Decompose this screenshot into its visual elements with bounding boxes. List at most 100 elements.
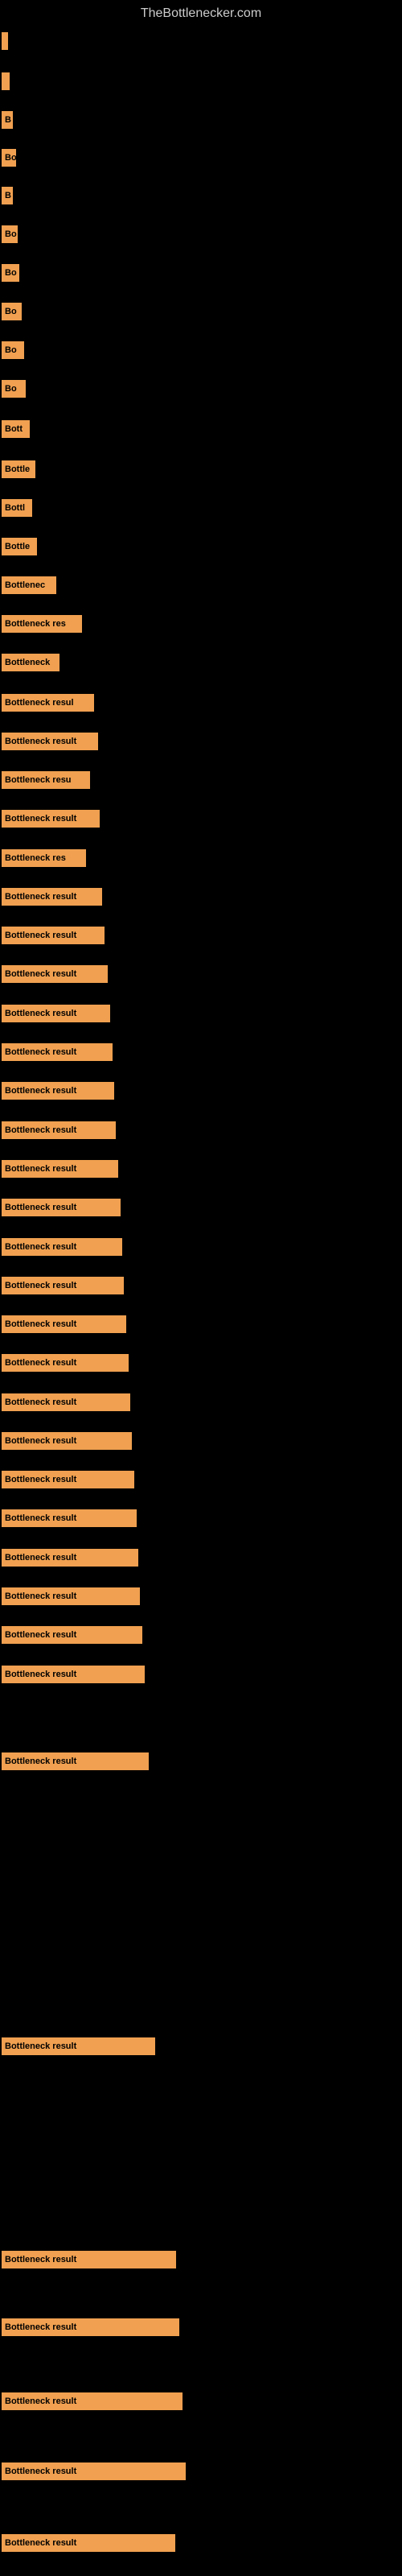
bar-row: Bo: [2, 149, 16, 167]
bar-label: Bottleneck resul: [2, 694, 94, 712]
bar-label: Bottleneck result: [2, 1393, 130, 1411]
bar-row: Bottleneck result: [2, 1043, 113, 1061]
bar-label: Bottleneck result: [2, 1666, 145, 1683]
bar-row: Bottleneck result: [2, 2462, 186, 2480]
bar-row: Bottle: [2, 538, 37, 555]
bar-row: Bottlenec: [2, 576, 56, 594]
bar-label: Bo: [2, 380, 26, 398]
bar-row: Bottleneck result: [2, 2037, 155, 2055]
bar-row: Bottleneck result: [2, 2318, 179, 2336]
bar-row: Bottleneck result: [2, 2392, 183, 2410]
bar-row: Bott: [2, 420, 30, 438]
bar-row: Bottleneck result: [2, 1626, 142, 1644]
bar-label: Bottleneck result: [2, 2462, 186, 2480]
bar-label: B: [2, 187, 13, 204]
bar-label: Bottleneck result: [2, 2037, 155, 2055]
bar-label: Bottle: [2, 460, 35, 478]
bar-label: Bottleneck result: [2, 1471, 134, 1488]
bar-row: Bottleneck result: [2, 1471, 134, 1488]
bar-row: Bottleneck result: [2, 1354, 129, 1372]
bar-label: Bo: [2, 264, 19, 282]
bar-row: Bottleneck result: [2, 1121, 116, 1139]
bar-label: Bottleneck res: [2, 615, 82, 633]
bar-label: Bottleneck: [2, 654, 59, 671]
bar-row: Bottleneck result: [2, 888, 102, 906]
bar-label: B: [2, 111, 13, 129]
bar-label: Bottleneck result: [2, 1626, 142, 1644]
bar-row: Bottleneck result: [2, 1315, 126, 1333]
bar-row: Bo: [2, 380, 26, 398]
bar-label: Bottleneck result: [2, 1199, 121, 1216]
bar-label: Bottleneck result: [2, 733, 98, 750]
bar-label: Bottleneck result: [2, 1121, 116, 1139]
bar-label: Bottleneck resu: [2, 771, 90, 789]
bar-label: Bottleneck result: [2, 1587, 140, 1605]
bar-label: Bottl: [2, 499, 32, 517]
bar-label: Bottleneck result: [2, 1549, 138, 1567]
bar-row: B: [2, 187, 13, 204]
bar-row: Bottleneck result: [2, 1432, 132, 1450]
bar-label: Bottleneck result: [2, 1752, 149, 1770]
bar-row: Bottleneck result: [2, 1587, 140, 1605]
bar-row: Bottleneck result: [2, 965, 108, 983]
bar-row: Bottleneck res: [2, 615, 82, 633]
bar-label: Bottleneck result: [2, 1238, 122, 1256]
bar-row: Bottleneck res: [2, 849, 86, 867]
bar-label: Bottle: [2, 538, 37, 555]
bar-row: B: [2, 111, 13, 129]
bar-row: Bottleneck result: [2, 1160, 118, 1178]
bar-row: Bottleneck: [2, 654, 59, 671]
bar-label: Bottleneck res: [2, 849, 86, 867]
bar-row: Bottleneck result: [2, 1005, 110, 1022]
bar-label: Bo: [2, 225, 18, 243]
bar-label: Bottleneck result: [2, 1354, 129, 1372]
bar-row: Bottleneck result: [2, 810, 100, 828]
bar-label: Bottleneck result: [2, 2251, 176, 2268]
bar-row: Bottleneck resu: [2, 771, 90, 789]
bar-label: [2, 32, 8, 50]
bar-label: Bo: [2, 149, 16, 167]
bar-row: [2, 32, 8, 50]
bar-label: Bott: [2, 420, 30, 438]
bar-row: Bottleneck result: [2, 1666, 145, 1683]
bar-row: Bottleneck result: [2, 733, 98, 750]
bar-row: Bottleneck result: [2, 2251, 176, 2268]
bar-row: Bottleneck resul: [2, 694, 94, 712]
bar-label: Bottleneck result: [2, 888, 102, 906]
bar-label: [2, 72, 10, 90]
bar-label: Bottleneck result: [2, 2534, 175, 2552]
bar-label: Bottleneck result: [2, 2318, 179, 2336]
bar-row: Bottleneck result: [2, 1509, 137, 1527]
bar-label: Bottlenec: [2, 576, 56, 594]
bar-label: Bottleneck result: [2, 1005, 110, 1022]
bar-label: Bo: [2, 303, 22, 320]
bar-label: Bottleneck result: [2, 965, 108, 983]
bar-row: Bo: [2, 303, 22, 320]
bar-row: Bottleneck result: [2, 1082, 114, 1100]
bar-label: Bottleneck result: [2, 810, 100, 828]
bar-row: Bottleneck result: [2, 1393, 130, 1411]
bar-label: Bottleneck result: [2, 1043, 113, 1061]
bar-label: Bo: [2, 341, 24, 359]
bar-row: Bottl: [2, 499, 32, 517]
bar-row: Bottleneck result: [2, 1549, 138, 1567]
bar-label: Bottleneck result: [2, 1160, 118, 1178]
bar-row: Bo: [2, 225, 18, 243]
bar-row: Bottle: [2, 460, 35, 478]
bar-label: Bottleneck result: [2, 1315, 126, 1333]
bar-row: Bo: [2, 341, 24, 359]
bar-row: Bo: [2, 264, 19, 282]
site-title: TheBottlenecker.com: [0, 0, 402, 24]
bar-row: [2, 72, 10, 90]
bar-label: Bottleneck result: [2, 1082, 114, 1100]
bar-label: Bottleneck result: [2, 1509, 137, 1527]
bar-row: Bottleneck result: [2, 927, 105, 944]
bar-label: Bottleneck result: [2, 2392, 183, 2410]
bar-row: Bottleneck result: [2, 1752, 149, 1770]
bar-row: Bottleneck result: [2, 2534, 175, 2552]
bar-label: Bottleneck result: [2, 1432, 132, 1450]
bar-label: Bottleneck result: [2, 927, 105, 944]
bar-row: Bottleneck result: [2, 1277, 124, 1294]
bar-row: Bottleneck result: [2, 1199, 121, 1216]
bar-label: Bottleneck result: [2, 1277, 124, 1294]
